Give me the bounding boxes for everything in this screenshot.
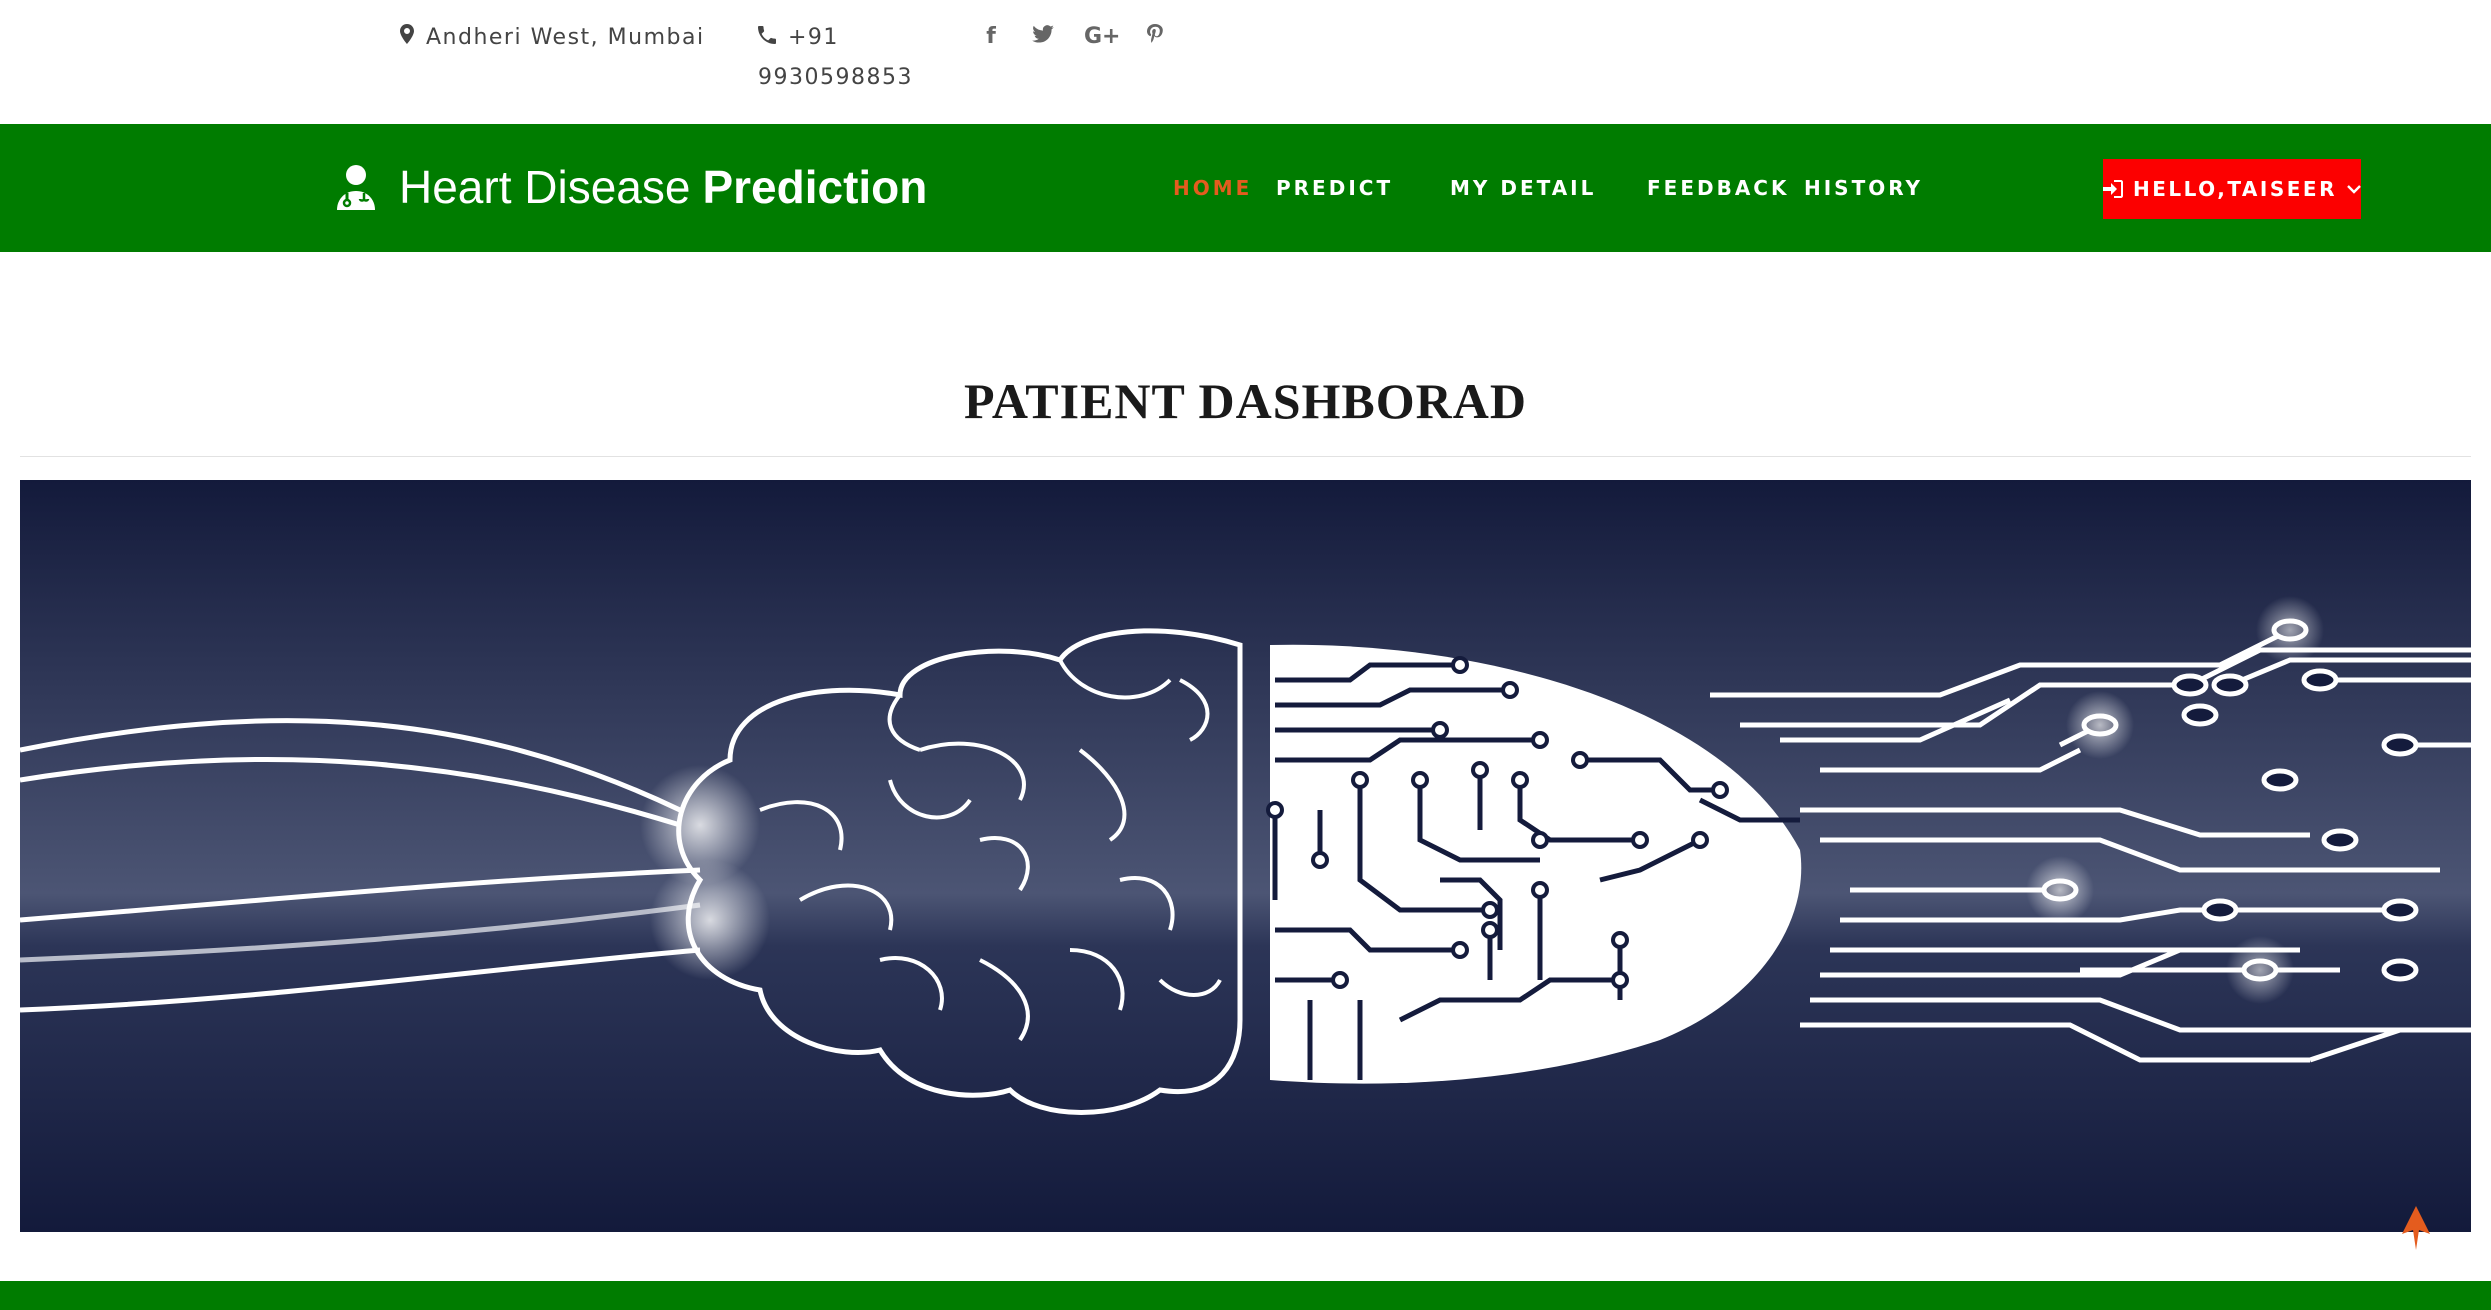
map-marker-icon (400, 18, 414, 58)
footer-bar (0, 1281, 2491, 1310)
google-plus-icon[interactable]: G+ (1084, 24, 1121, 50)
twitter-icon[interactable] (1032, 24, 1054, 50)
phone-line2: 9930598853 (758, 65, 913, 90)
scroll-top-button[interactable] (2400, 1206, 2432, 1254)
nav-home[interactable]: HOME (1173, 176, 1252, 200)
brand-bold: Prediction (702, 161, 928, 213)
location: Andheri West, Mumbai (400, 18, 705, 58)
brain-circuit-illustration (20, 480, 2471, 1232)
nav-predict[interactable]: PREDICT (1276, 176, 1393, 200)
social-links: f G+ (980, 24, 1166, 50)
phone-icon (758, 18, 776, 58)
phone-line1: +91 (788, 25, 839, 50)
top-contact-bar: Andheri West, Mumbai +91 9930598853 f G+ (0, 0, 2491, 124)
sign-in-icon (2103, 180, 2123, 198)
chevron-down-icon (2347, 185, 2361, 194)
user-greeting: HELLO,TAISEER (2133, 177, 2337, 201)
brand-light: Heart Disease (399, 161, 691, 213)
location-text: Andheri West, Mumbai (426, 25, 705, 50)
pinterest-icon[interactable] (1144, 24, 1166, 50)
page-title: PATIENT DASHBORAD (964, 373, 1527, 429)
phone: +91 9930598853 (758, 18, 911, 98)
user-menu-button[interactable]: HELLO,TAISEER (2103, 159, 2361, 219)
arrow-up-icon (2402, 1206, 2430, 1250)
main-navbar: Heart Disease Prediction HOME PREDICT MY… (0, 124, 2491, 252)
nav-history[interactable]: HISTORY (1804, 176, 1923, 200)
facebook-icon[interactable]: f (980, 24, 1002, 50)
nav-my-detail[interactable]: MY DETAIL (1450, 176, 1596, 200)
nav-feedback[interactable]: FEEDBACK (1647, 176, 1790, 200)
title-divider (20, 456, 2471, 457)
brand-logo[interactable]: Heart Disease Prediction (335, 160, 927, 214)
doctor-icon (337, 165, 375, 210)
hero-image (20, 480, 2471, 1232)
